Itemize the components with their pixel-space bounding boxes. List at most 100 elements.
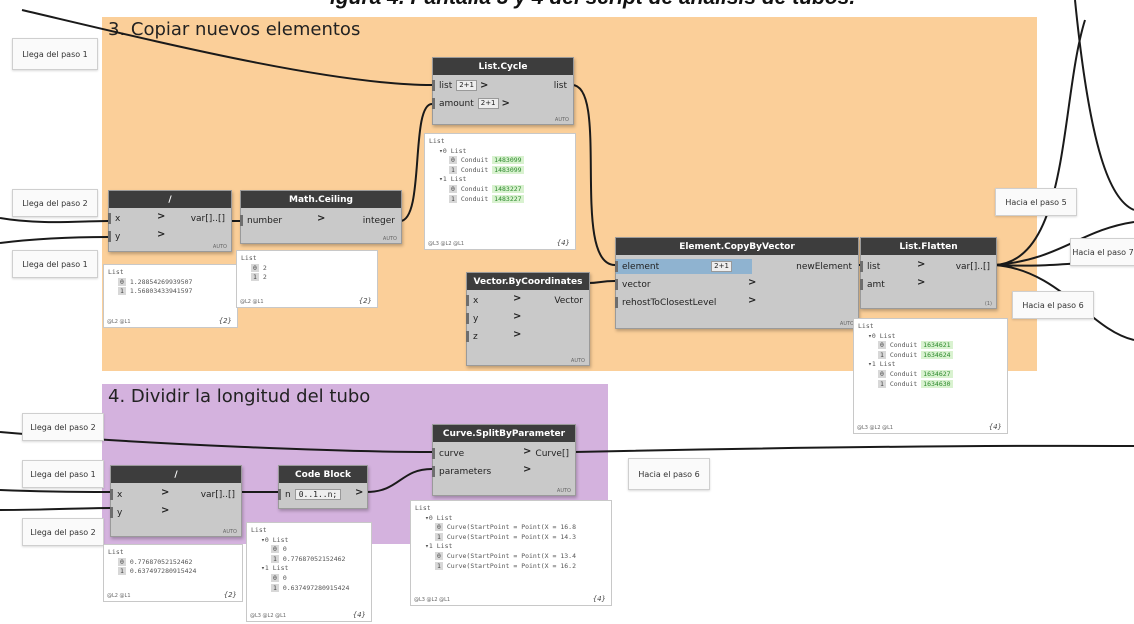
preview-line: List — [429, 137, 445, 145]
preview-text: Conduit — [889, 379, 918, 388]
code-editor[interactable]: 0..1..n; — [294, 489, 342, 500]
preview-line: 1 Conduit 1634624 — [878, 350, 953, 359]
node-math-ceiling[interactable]: Math.Ceiling number > integer AUTO — [239, 190, 402, 244]
output-port-var[interactable]: var[]..[] — [191, 211, 231, 226]
input-port-parameters[interactable]: parameters — [431, 464, 491, 479]
input-port-list[interactable]: list — [859, 259, 880, 274]
item-count: {4} — [352, 611, 366, 619]
node-divide[interactable]: / x > y > var[]..[] AUTO — [109, 465, 242, 537]
preview-curve-split[interactable]: List ▾0 List 0 Curve(StartPoint = Point(X … — [410, 500, 612, 606]
preview-line: 0 Conduit 1483227 — [449, 185, 524, 193]
preview-line: ▾0 List — [261, 536, 288, 544]
preview-text: ▾0 List — [261, 535, 289, 544]
note-from-step-1[interactable]: Llega del paso 1 — [12, 38, 98, 70]
wire — [0, 507, 111, 511]
input-port-vector[interactable]: vector — [615, 277, 651, 292]
note-from-step-2[interactable]: Llega del paso 2 — [22, 413, 104, 441]
preview-line: 0 0 — [271, 574, 287, 582]
element-id: 1634630 — [921, 379, 953, 388]
node-list-cycle[interactable]: List.Cycle list 2+1 > amount 2+1 > list AUTO — [431, 57, 574, 125]
input-port-y[interactable]: y — [109, 505, 122, 520]
preview-text: Curve(StartPoint = Point(X = 13.4 — [446, 552, 576, 560]
input-port-x[interactable]: x — [107, 211, 120, 226]
input-port-z[interactable]: z — [466, 329, 478, 344]
preview-text: 0 — [282, 574, 287, 582]
node-code-block[interactable]: Code Block n 0..1..n; > — [277, 465, 368, 509]
preview-line: 1 Curve(StartPoint = Point(X = 16.2 — [435, 561, 576, 570]
list-levels: @L2 @L1 — [107, 319, 131, 325]
output-port-curve[interactable]: Curve[] — [535, 446, 575, 461]
preview-list-cycle[interactable]: List ▾0 List 0 Conduit 1483099 1 Conduit 14… — [424, 133, 576, 250]
preview-line: 1 Conduit 1483227 — [449, 194, 524, 203]
preview-line: ▾0 List — [425, 514, 452, 522]
output-port-list[interactable]: list — [554, 78, 573, 93]
input-port-number[interactable]: number — [239, 213, 282, 228]
preview-text: ▾1 List — [868, 360, 896, 369]
input-port-x[interactable]: x — [465, 293, 478, 308]
lacing-spinner[interactable]: 2+1 — [456, 80, 477, 91]
preview-line: 0 Curve(StartPoint = Point(X = 16.8 — [435, 523, 576, 532]
input-port-element[interactable]: element 2+1 — [615, 259, 752, 274]
input-port-amount[interactable]: amount 2+1 > — [432, 96, 510, 111]
preview-divide[interactable]: List 0 0.77687052152462 1 0.63749728091542… — [103, 544, 243, 602]
list-index: 1 — [878, 379, 886, 388]
chevron-right-icon: > — [355, 487, 364, 498]
preview-text: ▾0 List — [439, 146, 467, 155]
note-from-step-2[interactable]: Llega del paso 2 — [12, 189, 98, 217]
note-from-step-1[interactable]: Llega del paso 1 — [22, 460, 104, 488]
output-port-new-element[interactable]: newElement — [796, 259, 858, 274]
list-index: 0 — [271, 574, 279, 582]
note-from-step-2[interactable]: Llega del paso 2 — [22, 518, 104, 546]
preview-list-flatten[interactable]: List ▾0 List 0 Conduit 1634621 1 Conduit 16… — [853, 318, 1008, 434]
input-port-y[interactable]: y — [107, 229, 120, 244]
list-index: 1 — [435, 561, 443, 570]
input-port-n[interactable]: n 0..1..n; — [277, 487, 342, 502]
lacing-spinner[interactable]: 2+1 — [711, 261, 732, 272]
preview-text: List — [429, 137, 445, 145]
element-id: 1483227 — [492, 194, 524, 203]
output-port-var[interactable]: var[]..[] — [956, 259, 996, 274]
preview-text: List — [415, 504, 431, 512]
preview-line: 1 0.77687052152462 — [271, 554, 345, 563]
input-port-y[interactable]: y — [465, 311, 478, 326]
node-curve-split-by-parameter[interactable]: Curve.SplitByParameter curve > parameter… — [431, 424, 576, 496]
note-to-step-5[interactable]: Hacia el paso 5 — [995, 188, 1077, 216]
preview-code-block[interactable]: List ▾0 List 0 01 0.77687052152462 ▾1 List 0… — [246, 522, 372, 622]
node-list-flatten[interactable]: List.Flatten list > amt > var[]..[] (1) — [859, 237, 997, 309]
list-index: 1 — [271, 554, 279, 563]
note-from-step-1[interactable]: Llega del paso 1 — [12, 250, 98, 278]
output-port-vector[interactable]: Vector — [554, 293, 589, 308]
preview-line: List — [108, 548, 124, 556]
lacing-label: AUTO — [839, 321, 854, 327]
note-to-step-6[interactable]: Hacia el paso 6 — [1012, 291, 1094, 319]
preview-divide[interactable]: List 0 1.28854269939507 1 1.56803433941597… — [103, 264, 238, 328]
element-id: 1483099 — [492, 165, 524, 174]
input-port-curve[interactable]: curve — [431, 446, 464, 461]
note-to-step-6[interactable]: Hacia el paso 6 — [628, 458, 710, 490]
list-levels: @L3 @L2 @L1 — [414, 597, 451, 603]
input-port-list[interactable]: list 2+1 > — [431, 78, 488, 93]
lacing-spinner[interactable]: 2+1 — [477, 98, 499, 109]
preview-text: 0.77687052152462 — [129, 557, 193, 566]
output-port-var[interactable]: var[]..[] — [201, 487, 241, 502]
preview-text: 0.637497280915424 — [282, 583, 350, 592]
note-to-step-7[interactable]: Hacia el paso 7 — [1070, 238, 1134, 266]
output-port-integer[interactable]: integer — [363, 213, 401, 228]
item-count: {2} — [358, 297, 372, 305]
preview-math-ceiling[interactable]: List 0 21 2 @L2 @L1 {2} — [236, 250, 378, 308]
list-levels: @L3 @L2 @L1 — [250, 613, 287, 619]
preview-text: List — [858, 322, 874, 330]
list-index: 0 — [271, 545, 279, 554]
input-port-amt[interactable]: amt — [860, 277, 885, 292]
preview-text: List — [108, 268, 124, 276]
item-count: {4} — [592, 595, 606, 603]
input-port-x[interactable]: x — [109, 487, 122, 502]
node-divide[interactable]: / x > y > var[]..[] AUTO — [107, 190, 232, 252]
node-vector-by-coordinates[interactable]: Vector.ByCoordinates x > y > z > Vector … — [465, 272, 590, 366]
input-port-rehost[interactable]: rehostToClosestLevel — [614, 295, 716, 310]
list-index: 1 — [251, 273, 259, 282]
list-index: 1 — [118, 287, 126, 296]
node-title: Element.CopyByVector — [616, 238, 858, 255]
dynamo-canvas[interactable]: igura 4. Pantalla 3 y 4 del script de an… — [0, 0, 1134, 624]
node-copy-by-vector[interactable]: Element.CopyByVector element 2+1 vector >… — [614, 237, 859, 329]
